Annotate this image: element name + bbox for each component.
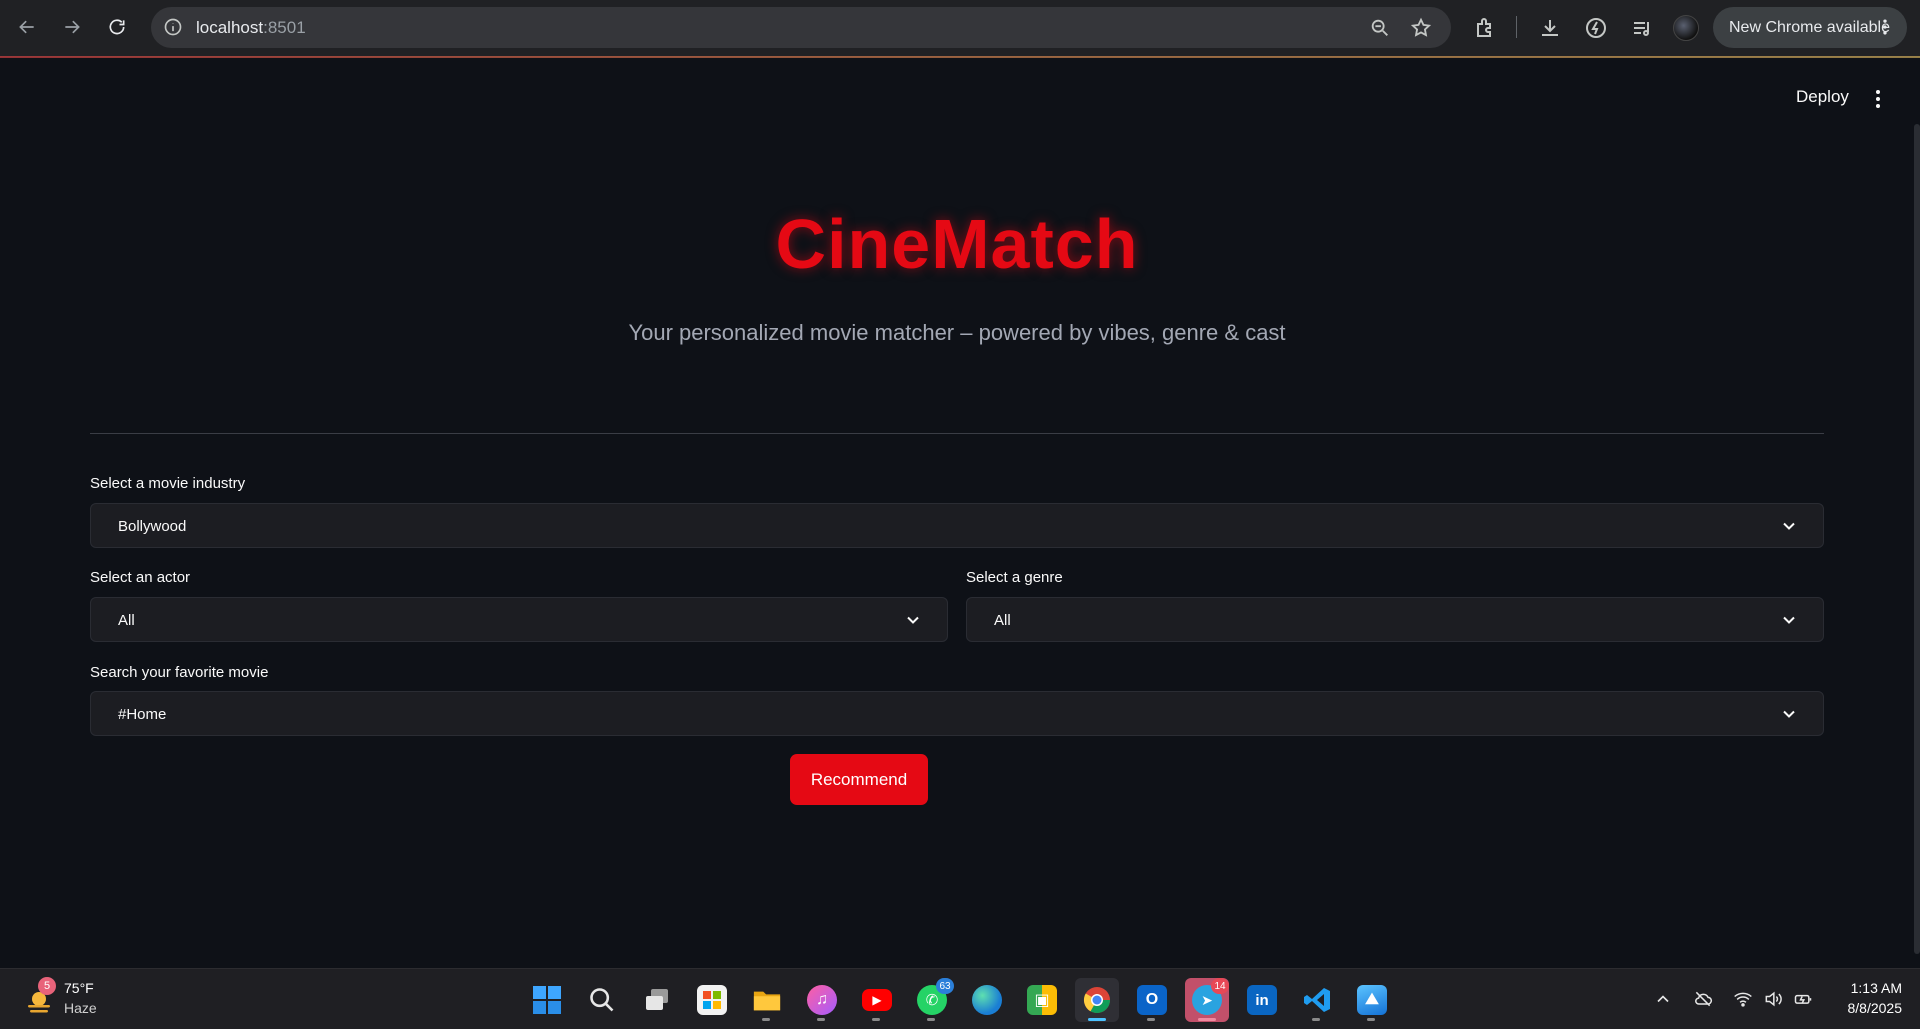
toolbar-separator — [1516, 16, 1517, 38]
bookmark-star-icon[interactable] — [1410, 17, 1432, 39]
task-view-icon — [646, 989, 668, 1010]
performance-icon[interactable] — [1584, 16, 1608, 40]
actor-select-value: All — [118, 612, 135, 629]
forward-arrow-icon — [65, 20, 80, 34]
chevron-down-icon — [1783, 616, 1795, 624]
start-button[interactable] — [525, 978, 569, 1022]
taskbar-app-vscode[interactable] — [1295, 978, 1339, 1022]
outlook-icon: O — [1137, 985, 1167, 1015]
back-arrow-icon — [19, 20, 34, 34]
taskbar-app-youtube[interactable]: ▶ — [855, 978, 899, 1022]
taskbar-app-file-explorer[interactable] — [745, 978, 789, 1022]
clock-date[interactable]: 8/8/2025 — [1826, 1000, 1903, 1016]
deploy-button[interactable]: Deploy — [1796, 87, 1849, 107]
linkedin-icon: in — [1247, 985, 1277, 1015]
taskbar-app-chrome[interactable] — [1075, 978, 1119, 1022]
running-indicator — [1198, 1018, 1216, 1021]
taskbar-app-photos[interactable]: ⛰ — [1350, 978, 1394, 1022]
taskbar-app-whatsapp[interactable]: ✆ 63 — [910, 978, 954, 1022]
running-indicator — [1147, 1018, 1155, 1021]
vscode-icon — [1304, 988, 1330, 1012]
running-indicator — [762, 1018, 770, 1021]
youtube-play-icon: ▶ — [862, 989, 892, 1011]
reload-icon — [109, 19, 125, 35]
task-view-button[interactable] — [635, 978, 679, 1022]
weather-condition[interactable]: Haze — [64, 1000, 97, 1016]
whatsapp-badge: 63 — [936, 978, 954, 994]
wifi-icon[interactable] — [1733, 989, 1753, 1009]
more-vert-icon — [1883, 19, 1887, 35]
clock-time[interactable]: 1:13 AM — [1838, 980, 1902, 996]
taskbar-app-outlook[interactable]: O — [1130, 978, 1174, 1022]
battery-charging-icon[interactable] — [1793, 989, 1813, 1009]
download-icon[interactable] — [1538, 16, 1562, 40]
browser-toolbar: localhost:8501 New Chrome available — [0, 0, 1920, 57]
taskbar: 5 75°F Haze ♫ ▶ ✆ 63 ▣ O ➤ 14 in ⛰ 1:13 … — [0, 968, 1920, 1029]
chevron-down-icon — [1783, 522, 1795, 530]
chevron-up-icon[interactable] — [1653, 989, 1673, 1009]
industry-label: Select a movie industry — [90, 475, 246, 492]
windows-logo-icon — [533, 986, 561, 1014]
genre-select[interactable]: All — [966, 597, 1824, 642]
app-menu-icon[interactable] — [1866, 87, 1890, 111]
genre-select-value: All — [994, 612, 1011, 629]
forward-button[interactable] — [56, 11, 88, 43]
taskbar-app-microsoft-store[interactable] — [690, 978, 734, 1022]
actor-select[interactable]: All — [90, 597, 948, 642]
media-control-icon[interactable] — [1630, 16, 1654, 40]
back-button[interactable] — [11, 11, 43, 43]
chrome-update-button[interactable]: New Chrome available — [1713, 7, 1907, 48]
taskbar-app-edge[interactable] — [965, 978, 1009, 1022]
profile-avatar[interactable] — [1673, 15, 1699, 41]
movie-label: Search your favorite movie — [90, 664, 269, 681]
photos-icon: ⛰ — [1357, 985, 1387, 1015]
music-note-icon: ♫ — [807, 985, 837, 1015]
taskbar-app-itunes[interactable]: ♫ — [800, 978, 844, 1022]
store-icon — [697, 985, 727, 1015]
address-url: localhost:8501 — [196, 18, 306, 37]
taskbar-app-telegram[interactable]: ➤ 14 — [1185, 978, 1229, 1022]
edge-icon — [972, 985, 1002, 1015]
page-scrollbar[interactable] — [1914, 124, 1920, 954]
industry-select-value: Bollywood — [118, 518, 187, 535]
meet-icon: ▣ — [1027, 985, 1057, 1015]
running-indicator — [1312, 1018, 1320, 1021]
onedrive-offline-icon[interactable] — [1693, 989, 1713, 1009]
running-indicator — [1367, 1018, 1375, 1021]
chrome-update-label: New Chrome available — [1729, 18, 1890, 36]
folder-icon — [752, 985, 782, 1015]
zoom-icon[interactable] — [1369, 17, 1391, 39]
taskbar-app-linkedin[interactable]: in — [1240, 978, 1284, 1022]
weather-badge: 5 — [38, 977, 56, 995]
page-title: CineMatch — [775, 205, 1139, 283]
telegram-badge: 14 — [1211, 978, 1229, 994]
weather-temperature[interactable]: 75°F — [64, 980, 94, 996]
genre-label: Select a genre — [966, 569, 1063, 586]
address-bar[interactable]: localhost:8501 — [151, 7, 1451, 48]
movie-select[interactable]: #Home — [90, 691, 1824, 736]
taskbar-search[interactable] — [580, 978, 624, 1022]
recommend-button[interactable]: Recommend — [790, 754, 928, 805]
running-indicator — [927, 1018, 935, 1021]
app-main: Deploy CineMatch Your personalized movie… — [0, 58, 1920, 968]
taskbar-app-meet[interactable]: ▣ — [1020, 978, 1064, 1022]
extensions-icon[interactable] — [1473, 16, 1497, 40]
search-icon — [590, 988, 614, 1012]
movie-select-value: #Home — [118, 706, 167, 723]
active-indicator — [1088, 1018, 1106, 1021]
industry-select[interactable]: Bollywood — [90, 503, 1824, 548]
chrome-icon — [1083, 987, 1111, 1014]
volume-icon[interactable] — [1763, 989, 1783, 1009]
chevron-down-icon — [907, 616, 919, 624]
chevron-down-icon — [1783, 710, 1795, 718]
running-indicator — [817, 1018, 825, 1021]
site-info-icon[interactable] — [163, 17, 183, 37]
reload-button[interactable] — [101, 11, 133, 43]
actor-label: Select an actor — [90, 569, 191, 586]
divider — [90, 433, 1824, 434]
running-indicator — [872, 1018, 880, 1021]
page-subtitle: Your personalized movie matcher – powere… — [628, 320, 1286, 345]
